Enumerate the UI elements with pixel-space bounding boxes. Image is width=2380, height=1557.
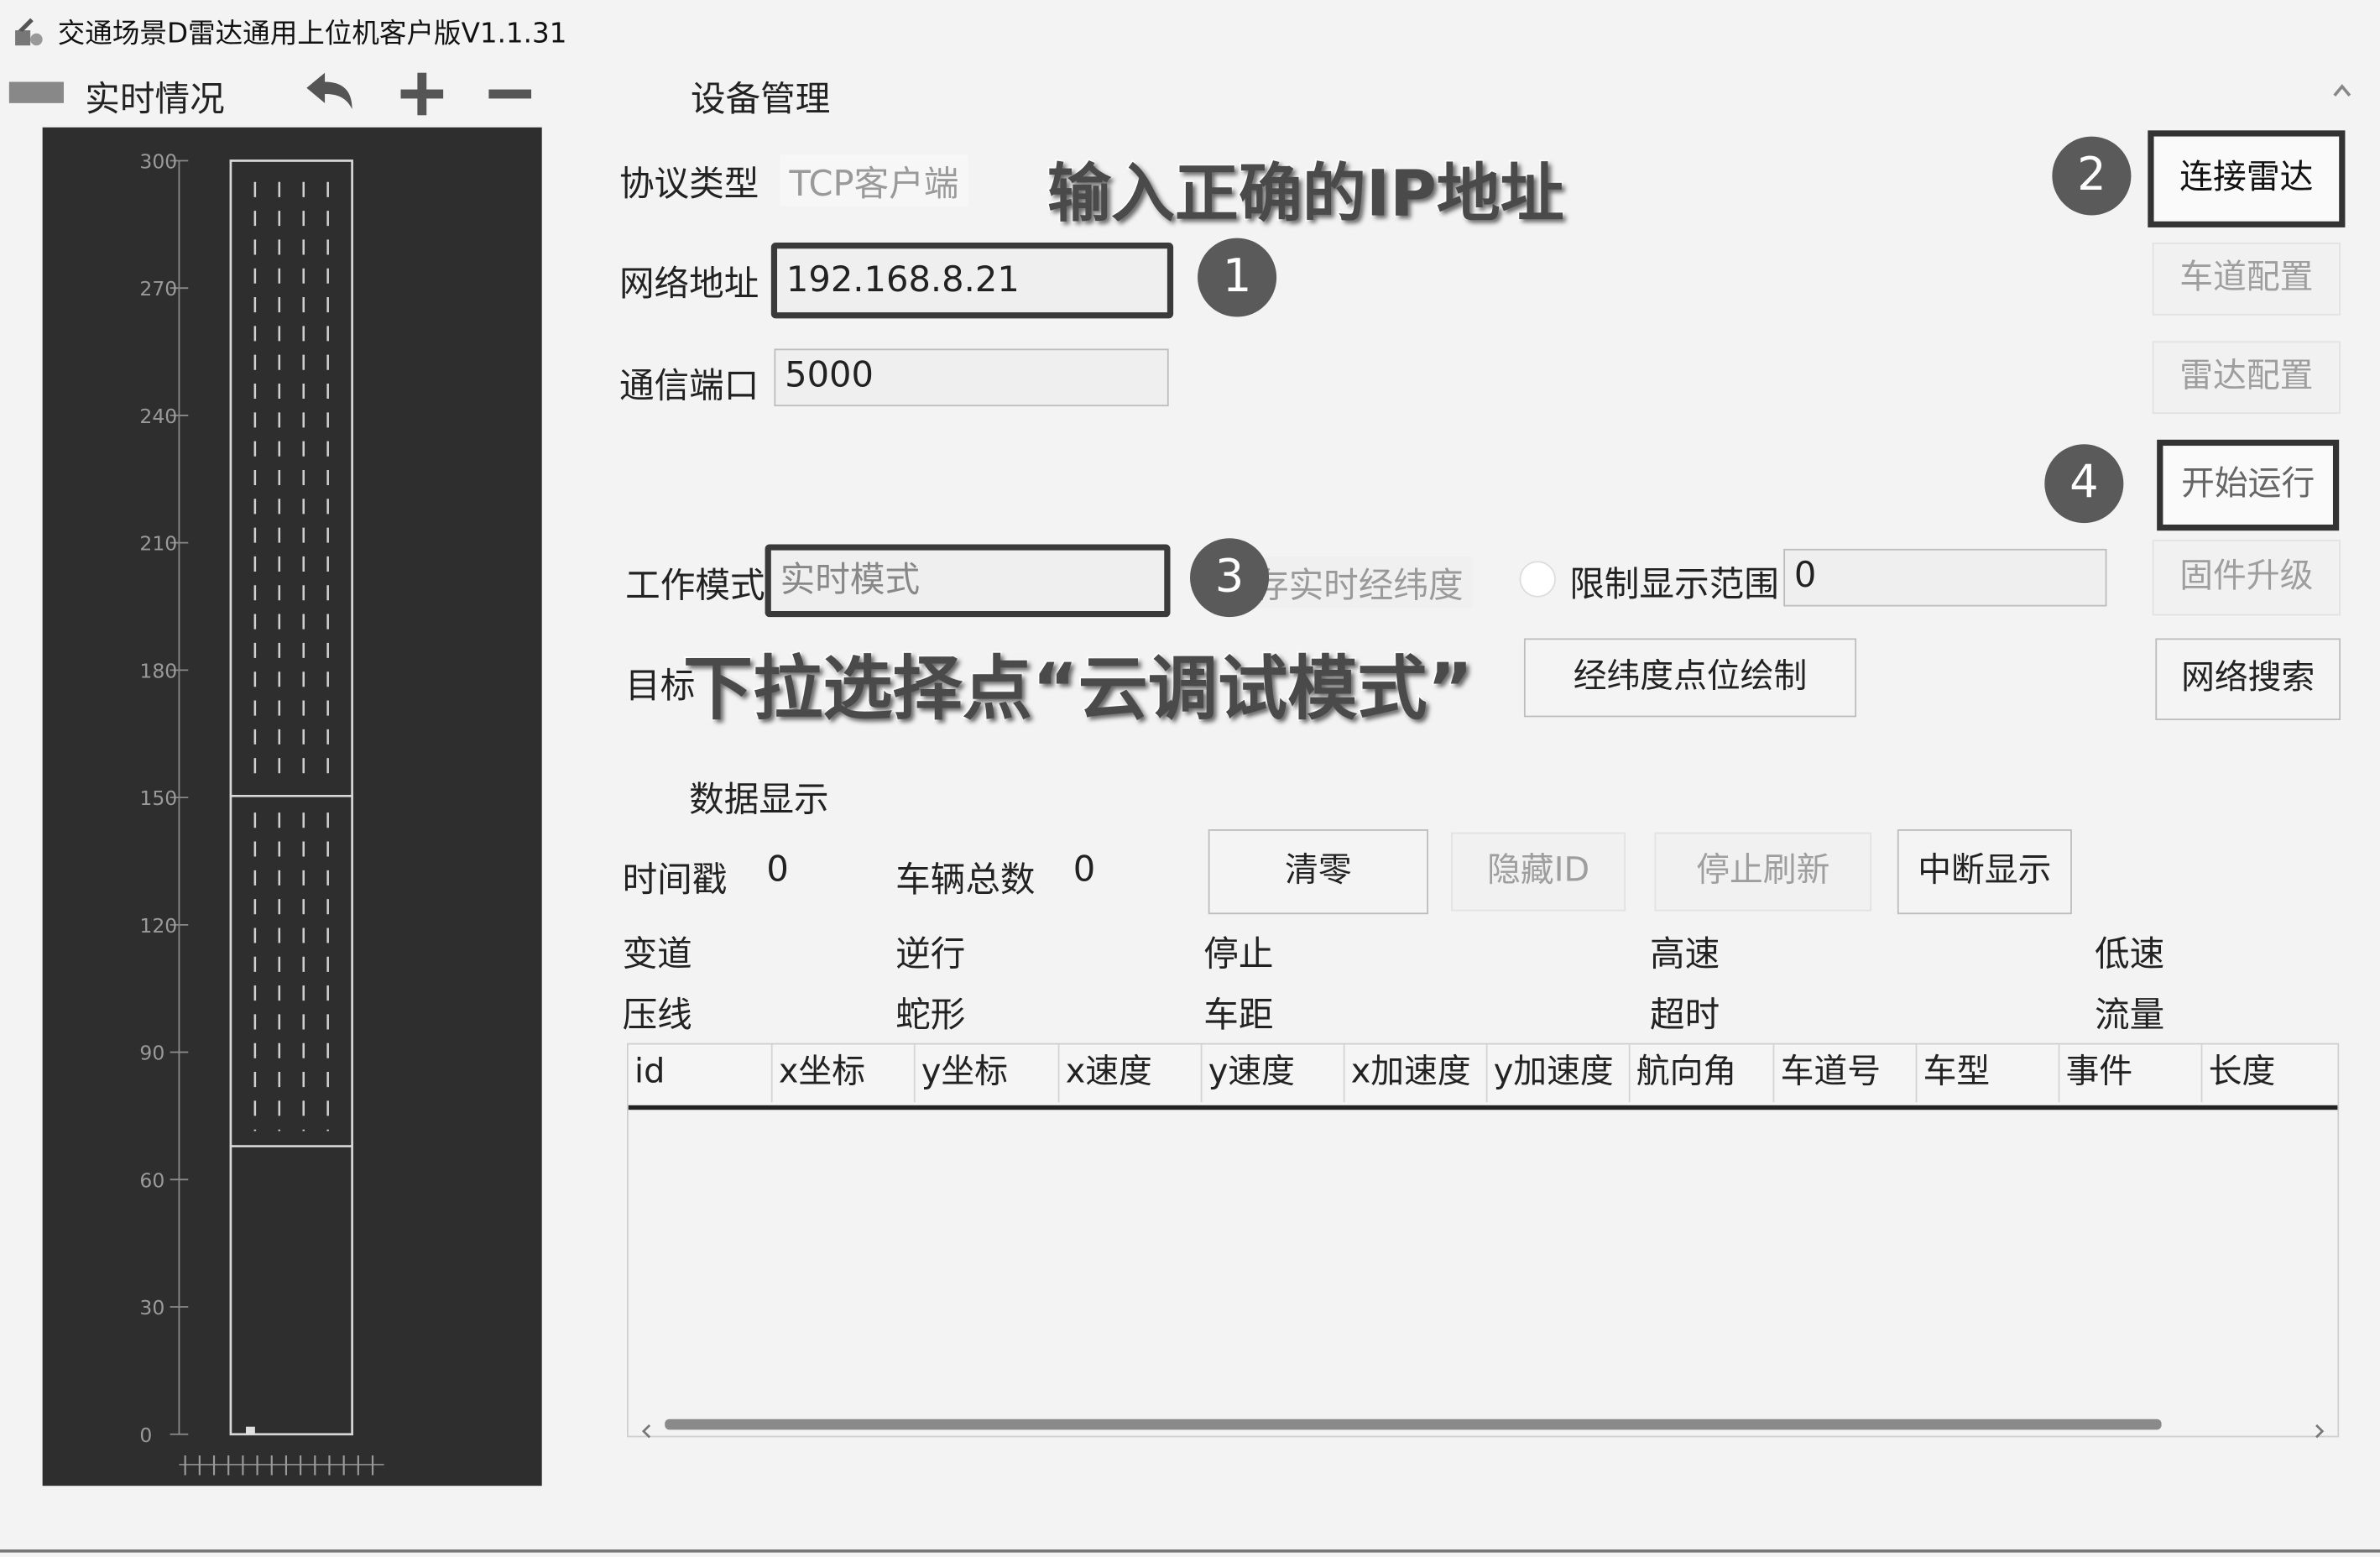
event-timeout: 超时 <box>1650 995 1720 1036</box>
step-badge-1: 1 <box>1198 238 1277 317</box>
firmware-upgrade-button[interactable]: 固件升级 <box>2152 540 2341 616</box>
lane-config-button[interactable]: 车道配置 <box>2152 243 2341 316</box>
y-tick-label-120: 120 <box>139 914 177 938</box>
clear-button[interactable]: 清零 <box>1208 829 1428 915</box>
timestamp-value: 0 <box>766 850 789 891</box>
col-x-accel[interactable]: x加速度 <box>1345 1044 1488 1103</box>
col-y-coord[interactable]: y坐标 <box>916 1044 1060 1103</box>
window-title: 交通场景D雷达通用上位机客户版V1.1.31 <box>57 18 567 50</box>
interrupt-display-button[interactable]: 中断显示 <box>1897 829 2072 915</box>
app-window: 交通场景D雷达通用上位机客户版V1.1.31 实时情况 300 270 240 210… <box>0 0 2380 1557</box>
y-tick-label-240: 240 <box>139 405 177 428</box>
col-length[interactable]: 长度 <box>2202 1045 2337 1103</box>
event-low-speed: 低速 <box>2095 935 2165 975</box>
col-vehicle-type[interactable]: 车型 <box>1917 1044 2060 1103</box>
ip-tip-annotation: 输入正确的IP地址 <box>1046 154 1565 232</box>
protocol-select[interactable]: TCP客户端 <box>780 154 968 206</box>
col-y-speed[interactable]: y速度 <box>1202 1044 1345 1103</box>
event-distance: 车距 <box>1203 995 1274 1036</box>
device-section-title: 设备管理 <box>690 80 831 120</box>
y-tick-label-270: 270 <box>139 277 177 300</box>
port-label: 通信端口 <box>618 367 759 407</box>
y-tick-label-30: 30 <box>139 1296 164 1319</box>
y-tick-label-60: 60 <box>139 1168 164 1192</box>
lane-view: 3002702402101801501209060300 <box>139 150 384 1476</box>
undo-icon[interactable] <box>300 66 361 118</box>
scroll-left-icon[interactable] <box>640 1416 652 1439</box>
event-wrong-way: 逆行 <box>895 935 966 975</box>
scroll-up-icon[interactable] <box>2331 79 2352 100</box>
table-header: id x坐标 y坐标 x速度 y速度 x加速度 y加速度 航向角 车道号 车型 … <box>628 1044 2338 1110</box>
window-bottom-border <box>0 1549 2380 1553</box>
col-y-accel[interactable]: y加速度 <box>1488 1044 1631 1103</box>
event-stop: 停止 <box>1203 935 1274 975</box>
horizontal-scrollbar[interactable] <box>640 1416 2325 1439</box>
col-x-speed[interactable]: x速度 <box>1059 1044 1203 1103</box>
hide-id-button[interactable]: 隐藏ID <box>1451 832 1626 912</box>
radar-config-button[interactable]: 雷达配置 <box>2152 341 2341 415</box>
start-run-button[interactable]: 开始运行 <box>2157 439 2340 531</box>
network-label: 网络地址 <box>618 265 759 306</box>
plus-icon[interactable] <box>398 70 446 118</box>
y-tick-label-0: 0 <box>139 1424 152 1447</box>
ip-address-input[interactable]: 192.168.8.21 <box>770 243 1174 319</box>
step-badge-3: 3 <box>1190 538 1270 618</box>
col-id[interactable]: id <box>629 1044 773 1103</box>
event-snake: 蛇形 <box>895 995 966 1036</box>
event-line-press: 压线 <box>622 995 692 1036</box>
limit-range-input[interactable]: 0 <box>1783 548 2107 607</box>
y-tick-label-180: 180 <box>139 659 177 682</box>
mode-label: 工作模式 <box>625 567 765 607</box>
port-input[interactable]: 5000 <box>774 348 1169 407</box>
data-section-title: 数据显示 <box>689 781 829 821</box>
step-badge-4: 4 <box>2044 444 2124 524</box>
save-latlon-checkbox-label[interactable]: 存实时经纬度 <box>1245 556 1473 609</box>
connect-radar-button[interactable]: 连接雷达 <box>2148 130 2346 227</box>
lane-outline <box>229 159 353 1436</box>
minus-icon[interactable] <box>486 70 535 118</box>
y-tick-label-90: 90 <box>139 1042 164 1065</box>
target-table[interactable]: id x坐标 y坐标 x速度 y速度 x加速度 y加速度 航向角 车道号 车型 … <box>626 1042 2340 1439</box>
y-tick-label-150: 150 <box>139 786 177 810</box>
network-search-button[interactable]: 网络搜索 <box>2155 638 2341 720</box>
event-flow: 流量 <box>2095 995 2165 1036</box>
realtime-title: 实时情况 <box>85 80 225 120</box>
vehicle-total-label: 车辆总数 <box>895 860 1036 901</box>
radar-lane-chart[interactable]: 300 270 240 210 180 150 120 90 60 30 0 <box>42 127 542 1486</box>
vehicle-total-value: 0 <box>1073 850 1096 891</box>
col-heading[interactable]: 航向角 <box>1631 1044 1775 1103</box>
y-tick-label-210: 210 <box>139 532 177 556</box>
radar-origin-marker <box>246 1426 255 1434</box>
step-badge-2: 2 <box>2052 136 2132 216</box>
scrollbar-thumb[interactable] <box>665 1419 2162 1430</box>
timestamp-label: 时间戳 <box>622 860 728 901</box>
app-logo-icon <box>9 12 49 51</box>
stop-refresh-button[interactable]: 停止刷新 <box>1654 832 1872 912</box>
col-lane-no[interactable]: 车道号 <box>1774 1044 1918 1103</box>
limit-range-label: 限制显示范围 <box>1569 565 1779 605</box>
protocol-label: 协议类型 <box>618 165 759 205</box>
event-high-speed: 高速 <box>1650 935 1720 975</box>
col-x-coord[interactable]: x坐标 <box>773 1044 916 1103</box>
latlon-plot-button[interactable]: 经纬度点位绘制 <box>1523 638 1857 718</box>
event-lane-change: 变道 <box>622 935 692 975</box>
y-tick-label-300: 300 <box>139 150 177 174</box>
limit-range-radio[interactable] <box>1519 561 1556 598</box>
panel-icon[interactable] <box>8 81 64 103</box>
scroll-right-icon[interactable] <box>2313 1416 2325 1439</box>
mode-tip-annotation: 下拉选择点“云调试模式” <box>681 645 1474 730</box>
mode-select[interactable]: 实时模式 <box>765 544 1171 618</box>
col-event[interactable]: 事件 <box>2059 1044 2203 1103</box>
